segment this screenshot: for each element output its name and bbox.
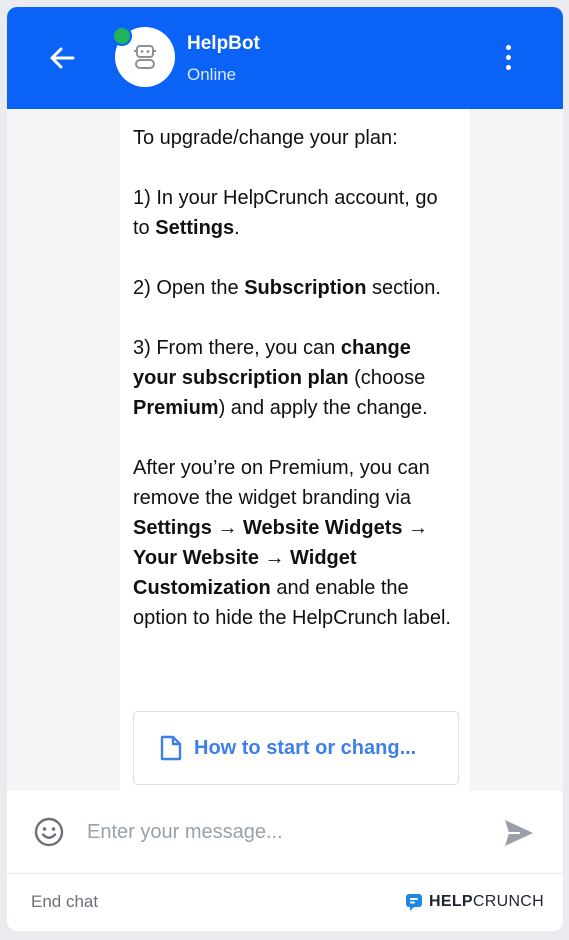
message-step-2: 2) Open the Subscription section. [133, 277, 441, 299]
document-icon [160, 735, 182, 761]
helpcrunch-logo-icon [406, 893, 422, 911]
online-status-dot [112, 26, 132, 46]
chat-header: HelpBot Online [7, 7, 563, 109]
arrow-left-icon [50, 47, 75, 69]
article-title: How to start or chang... [194, 737, 417, 759]
chat-footer: End chat HELP CRUNCH [7, 874, 563, 931]
message-after: After you’re on Premium, you can remove … [133, 457, 451, 629]
message-list[interactable]: To upgrade/change your plan: 1) In your … [7, 109, 563, 791]
message-composer [7, 791, 563, 874]
back-button[interactable] [45, 41, 79, 75]
helpcrunch-branding[interactable]: HELP CRUNCH [405, 891, 544, 913]
smiley-icon[interactable] [33, 816, 65, 848]
message-intro: To upgrade/change your plan: [133, 127, 398, 149]
bot-status: Online [187, 65, 237, 84]
brand-name-strong: HELP [429, 893, 473, 910]
end-chat-button[interactable]: End chat [31, 892, 98, 912]
article-link-card[interactable]: How to start or chang... [133, 711, 459, 785]
more-vertical-icon [505, 44, 511, 50]
message-step-3: 3) From there, you can change your subsc… [133, 337, 428, 419]
bot-message: To upgrade/change your plan: 1) In your … [120, 109, 470, 791]
brand-name-light: CRUNCH [472, 893, 545, 910]
bot-name: HelpBot [187, 33, 260, 54]
message-input[interactable] [87, 813, 467, 851]
more-options-button[interactable] [497, 39, 519, 75]
chat-widget: HelpBot Online To upgrade/change your pl… [7, 7, 563, 931]
send-icon[interactable] [502, 817, 536, 849]
robot-icon [134, 45, 156, 69]
message-step-1: 1) In your HelpCrunch account, go to Set… [133, 187, 438, 239]
